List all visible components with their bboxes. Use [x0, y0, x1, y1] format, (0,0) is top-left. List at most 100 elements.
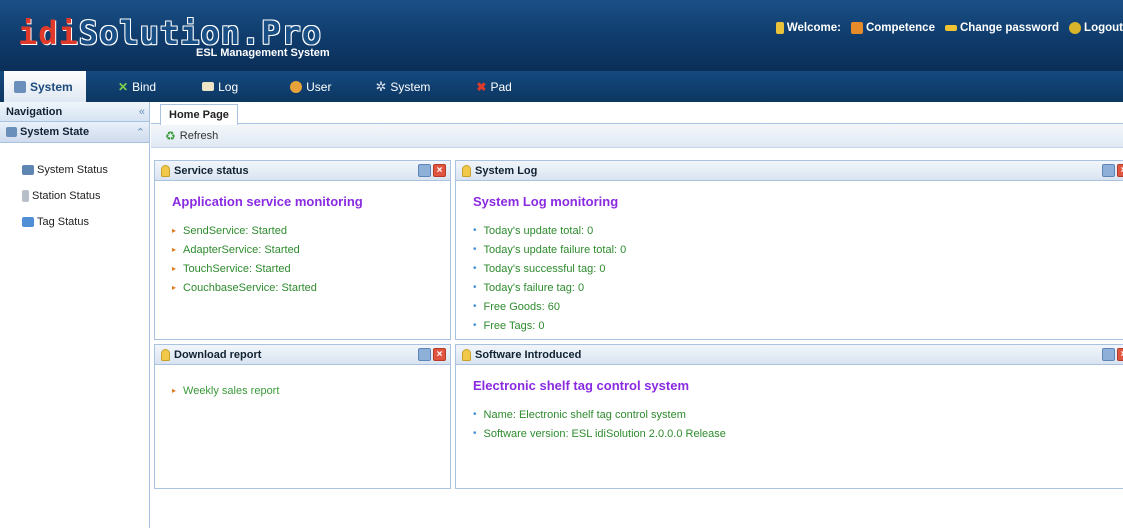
list-item: • Software version: ESL idiSolution 2.0.0…	[473, 427, 726, 440]
bullet-icon: •	[473, 428, 477, 439]
list-item: • Name: Electronic shelf tag control syst…	[473, 408, 686, 421]
list-item: ▸ SendService: Started	[172, 224, 287, 237]
app-subtitle: ESL Management System	[196, 47, 330, 59]
panel-title: Electronic shelf tag control system	[473, 378, 690, 393]
log-list: • Today's update total: 0 • Today's update…	[473, 221, 1123, 335]
bulb-icon	[161, 164, 170, 177]
panel-tools: ×	[1102, 348, 1123, 361]
navigation-header: Navigation «	[0, 102, 149, 122]
bullet-icon: •	[473, 282, 477, 293]
bullet-icon: •	[473, 320, 477, 331]
bullet-icon: •	[473, 263, 477, 274]
menu-bind[interactable]: ✕ Bind	[106, 71, 168, 102]
panel-header: Software Introduced ×	[456, 345, 1123, 365]
panel-header: System Log ×	[456, 161, 1123, 181]
close-icon[interactable]: ×	[433, 348, 446, 361]
logout-icon	[1069, 22, 1082, 34]
system-icon	[14, 80, 26, 93]
tab-bar: Home Page	[151, 102, 1123, 125]
monitor-icon	[22, 165, 34, 175]
main-menu: System ✕ Bind Log User ✲ System ✖ Pad	[0, 71, 1123, 102]
system-state-header[interactable]: System State ⌃	[0, 122, 149, 143]
competence-icon	[850, 22, 863, 34]
minimize-icon[interactable]	[418, 348, 431, 361]
arrow-icon: ▸	[172, 245, 177, 254]
arrow-icon: ▸	[172, 283, 177, 292]
panel-tools: ×	[418, 164, 446, 177]
panel-title: System Log monitoring	[473, 194, 619, 209]
logo-idi-text: idi	[18, 14, 79, 52]
user-icon	[290, 80, 303, 93]
bulb-icon	[161, 348, 170, 361]
tag-icon	[22, 217, 34, 227]
welcome-icon	[775, 22, 784, 34]
list-item: • Free Goods: 60	[473, 300, 560, 313]
list-item: • Today's successful tag: 0	[473, 262, 606, 275]
software-introduced-panel: Software Introduced × Electronic shelf t…	[455, 344, 1123, 489]
close-icon[interactable]: ×	[1117, 348, 1123, 361]
close-icon[interactable]: ×	[1117, 164, 1123, 177]
download-report-panel: Download report × ▸ Weekly sales report	[154, 344, 451, 489]
weekly-sales-report-link[interactable]: ▸ Weekly sales report	[172, 381, 450, 400]
service-status-panel: Service status × Application service mon…	[154, 160, 451, 340]
bullet-icon: •	[473, 244, 477, 255]
refresh-button[interactable]: ♻ Refresh	[165, 129, 218, 143]
menu-log[interactable]: Log	[190, 71, 250, 102]
collapse-sidebar-icon[interactable]: «	[139, 106, 145, 118]
user-bar: Welcome: Competence Change password Logo…	[775, 22, 1123, 34]
sidebar-list: System Status Station Status Tag Status	[0, 143, 149, 235]
bulb-icon	[462, 348, 471, 361]
system-state-icon	[6, 127, 17, 137]
panel-tools: ×	[418, 348, 446, 361]
menu-system[interactable]: System	[4, 71, 86, 102]
service-list: ▸ SendService: Started ▸ AdapterService: S…	[172, 221, 450, 297]
collapse-section-icon[interactable]: ⌃	[136, 126, 145, 139]
minimize-icon[interactable]	[1102, 164, 1115, 177]
main-content: Home Page ♻ Refresh Service status × App…	[151, 102, 1123, 528]
software-list: • Name: Electronic shelf tag control syst…	[473, 405, 1123, 443]
system-log-panel: System Log × System Log monitoring •Toda…	[455, 160, 1123, 340]
list-item: ▸ TouchService: Started	[172, 262, 291, 275]
pad-icon: ✖	[476, 79, 487, 94]
panel-header: Download report ×	[155, 345, 450, 365]
sidebar-item-station-status[interactable]: Station Status	[0, 183, 149, 209]
minimize-icon[interactable]	[418, 164, 431, 177]
bulb-icon	[462, 164, 471, 177]
list-item: • Today's update total: 0	[473, 224, 594, 237]
list-item: • Today's failure tag: 0	[473, 281, 585, 294]
arrow-icon: ▸	[172, 264, 177, 273]
panel-tools: ×	[1102, 164, 1123, 177]
panel-header: Service status ×	[155, 161, 450, 181]
logout-link[interactable]: Logout	[1069, 22, 1123, 34]
refresh-icon: ♻	[165, 128, 176, 143]
bullet-icon: •	[473, 225, 477, 236]
panel-title: Application service monitoring	[172, 194, 363, 209]
list-item: ▸ CouchbaseService: Started	[172, 281, 317, 294]
arrow-icon: ▸	[172, 386, 177, 395]
change-password-link[interactable]: Change password	[944, 22, 1059, 34]
close-icon[interactable]: ×	[433, 164, 446, 177]
tab-home-page[interactable]: Home Page	[160, 104, 238, 125]
menu-pad[interactable]: ✖ Pad	[464, 71, 523, 102]
sidebar-item-tag-status[interactable]: Tag Status	[0, 209, 149, 235]
gear-icon: ✲	[375, 78, 387, 94]
list-item: ▸ AdapterService: Started	[172, 243, 300, 256]
competence-link[interactable]: Competence	[850, 22, 935, 34]
welcome-label: Welcome:	[775, 22, 841, 34]
list-item: • Free Tags: 0	[473, 319, 545, 332]
menu-system-settings[interactable]: ✲ System	[363, 71, 442, 102]
menu-user[interactable]: User	[278, 71, 343, 102]
bullet-icon: •	[473, 409, 477, 420]
key-icon	[944, 25, 957, 31]
bind-icon: ✕	[118, 79, 129, 94]
sidebar-item-system-status[interactable]: System Status	[0, 157, 149, 183]
minimize-icon[interactable]	[1102, 348, 1115, 361]
app-header: idiSolution.Pro ESL Management System We…	[0, 0, 1123, 71]
toolbar: ♻ Refresh	[151, 124, 1123, 148]
report-list: ▸ Weekly sales report	[172, 381, 450, 400]
bullet-icon: •	[473, 301, 477, 312]
arrow-icon: ▸	[172, 226, 177, 235]
list-item: • Today's update failure total: 0	[473, 243, 627, 256]
sidebar: Navigation « System State ⌃ System Statu…	[0, 102, 150, 528]
station-icon	[22, 190, 29, 202]
